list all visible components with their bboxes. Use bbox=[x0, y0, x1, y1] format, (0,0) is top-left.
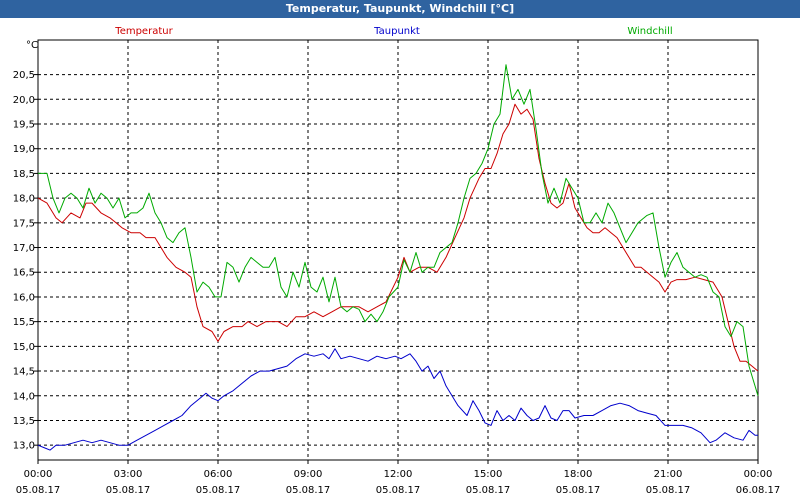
legend: Temperatur Taupunkt Windchill bbox=[114, 26, 672, 37]
x-tick-date: 05.08.17 bbox=[286, 485, 331, 496]
axes bbox=[34, 39, 759, 464]
x-tick-date: 05.08.17 bbox=[376, 485, 421, 496]
y-tick-label: 17,5 bbox=[13, 218, 35, 229]
x-tick-date: 05.08.17 bbox=[196, 485, 241, 496]
y-tick-label: 17,0 bbox=[13, 243, 35, 254]
x-tick-labels: 00:00 05.08.17 03:00 05.08.17 06:00 05.08.17 0… bbox=[16, 469, 781, 496]
legend-entry-taupunkt: Taupunkt bbox=[373, 26, 420, 37]
x-tick-time: 00:00 bbox=[24, 469, 53, 480]
x-tick-date: 05.08.17 bbox=[466, 485, 511, 496]
grid-lines bbox=[38, 40, 758, 460]
legend-entry-windchill: Windchill bbox=[627, 26, 672, 37]
x-tick-date: 06.08.17 bbox=[736, 485, 781, 496]
y-tick-label: 20,0 bbox=[13, 95, 35, 106]
y-tick-label: 16,5 bbox=[13, 268, 35, 279]
chart-window: Temperatur, Taupunkt, Windchill [°C] 13,… bbox=[0, 0, 800, 500]
x-tick-time: 06:00 bbox=[204, 469, 233, 480]
y-tick-label: 15,0 bbox=[13, 342, 35, 353]
y-tick-label: 18,5 bbox=[13, 169, 35, 180]
x-tick-time: 21:00 bbox=[654, 469, 683, 480]
y-tick-label: 14,5 bbox=[13, 367, 35, 378]
y-tick-label: 13,5 bbox=[13, 416, 35, 427]
x-tick-time: 12:00 bbox=[384, 469, 413, 480]
y-tick-label: 20,5 bbox=[13, 70, 35, 81]
x-tick-time: 09:00 bbox=[294, 469, 323, 480]
x-tick-date: 05.08.17 bbox=[556, 485, 601, 496]
y-tick-label: 19,5 bbox=[13, 120, 35, 131]
x-tick-date: 05.08.17 bbox=[16, 485, 61, 496]
x-tick-time: 03:00 bbox=[114, 469, 143, 480]
x-tick-date: 05.08.17 bbox=[106, 485, 151, 496]
y-tick-label: 14,0 bbox=[13, 391, 35, 402]
line-chart: 13,0 13,5 14,0 14,5 15,0 15,5 16,0 16,5 17,0 17,5… bbox=[13, 26, 781, 496]
x-tick-time: 18:00 bbox=[564, 469, 593, 480]
y-unit-label: °C bbox=[26, 40, 38, 51]
x-tick-time: 15:00 bbox=[474, 469, 503, 480]
y-tick-label: 19,0 bbox=[13, 144, 35, 155]
x-tick-date: 05.08.17 bbox=[646, 485, 691, 496]
series-line-taupunkt bbox=[37, 348, 758, 451]
y-tick-label: 15,5 bbox=[13, 317, 35, 328]
y-tick-label: 13,0 bbox=[13, 441, 35, 452]
legend-entry-temperatur: Temperatur bbox=[114, 26, 173, 37]
y-tick-label: 18,0 bbox=[13, 194, 35, 205]
y-tick-labels: 13,0 13,5 14,0 14,5 15,0 15,5 16,0 16,5 17,0 17,5… bbox=[13, 70, 35, 452]
x-tick-time: 00:00 bbox=[744, 469, 773, 480]
y-tick-label: 16,0 bbox=[13, 292, 35, 303]
